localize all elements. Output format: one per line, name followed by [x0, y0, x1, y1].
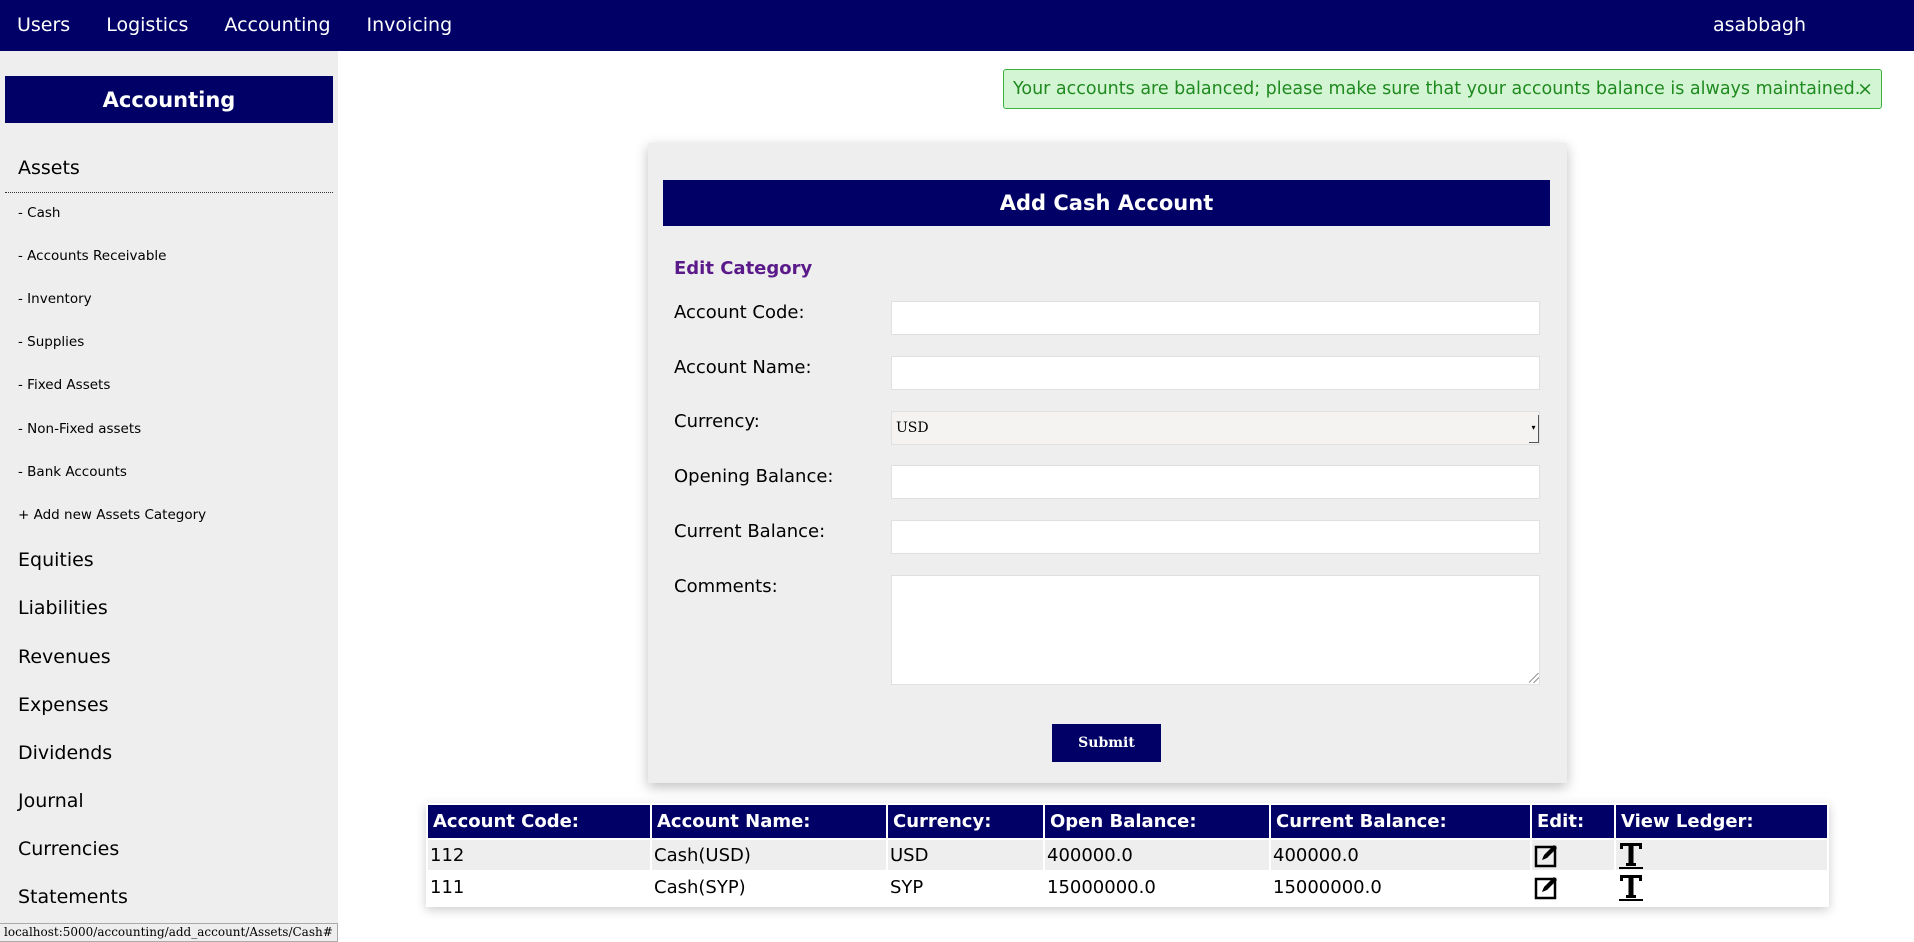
close-icon[interactable]: ×	[1857, 78, 1873, 100]
table-row: 111 Cash(SYP) SYP 15000000.0 15000000.0	[428, 872, 1827, 902]
sidebar-section-currencies[interactable]: Currencies	[18, 838, 119, 860]
comments-field[interactable]	[891, 575, 1540, 685]
col-account-name: Account Name:	[652, 805, 886, 838]
sidebar-item-bank-accounts[interactable]: - Bank Accounts	[18, 464, 127, 480]
browser-status-url: localhost:5000/accounting/add_account/As…	[0, 923, 338, 942]
cell-open-balance: 15000000.0	[1045, 872, 1269, 902]
sidebar: Accounting Assets - Cash - Accounts Rece…	[0, 51, 338, 942]
current-balance-label: Current Balance:	[674, 521, 826, 542]
submit-button[interactable]: Submit	[1052, 724, 1161, 762]
add-account-form: Add Cash Account Edit Category Account C…	[648, 143, 1567, 783]
top-navbar: Users Logistics Accounting Invoicing asa…	[0, 0, 1914, 51]
cell-account-code: 111	[428, 872, 650, 902]
current-balance-field[interactable]	[891, 520, 1540, 554]
sidebar-section-revenues[interactable]: Revenues	[18, 646, 111, 668]
sidebar-section-equities[interactable]: Equities	[18, 549, 94, 571]
text-ledger-icon[interactable]	[1618, 873, 1644, 901]
sidebar-section-assets[interactable]: Assets	[18, 157, 80, 179]
account-code-field[interactable]	[891, 301, 1540, 335]
sidebar-item-supplies[interactable]: - Supplies	[18, 334, 84, 350]
currency-selected-value: USD	[896, 420, 929, 436]
balance-alert: Your accounts are balanced; please make …	[1003, 69, 1882, 109]
currency-label: Currency:	[674, 411, 760, 432]
cell-view-ledger	[1616, 872, 1827, 902]
sidebar-divider	[5, 192, 333, 193]
col-view-ledger: View Ledger:	[1616, 805, 1827, 838]
cell-account-name: Cash(USD)	[652, 840, 886, 870]
nav-accounting[interactable]: Accounting	[206, 0, 348, 51]
col-edit: Edit:	[1532, 805, 1614, 838]
nav-logistics[interactable]: Logistics	[88, 0, 206, 51]
comments-label: Comments:	[674, 576, 778, 597]
resize-grip-icon[interactable]	[1529, 673, 1539, 683]
accounts-table: Account Code: Account Name: Currency: Op…	[426, 803, 1829, 907]
text-ledger-icon[interactable]	[1618, 841, 1644, 869]
sidebar-item-add-assets-category[interactable]: + Add new Assets Category	[18, 507, 206, 523]
alert-message: Your accounts are balanced; please make …	[1013, 79, 1861, 99]
chevron-down-icon: ▾	[1529, 415, 1539, 443]
nav-users[interactable]: Users	[0, 0, 88, 51]
sidebar-section-expenses[interactable]: Expenses	[18, 694, 109, 716]
cell-current-balance: 15000000.0	[1271, 872, 1530, 902]
sidebar-section-dividends[interactable]: Dividends	[18, 742, 112, 764]
nav-invoicing[interactable]: Invoicing	[349, 0, 471, 51]
account-code-label: Account Code:	[674, 302, 805, 323]
sidebar-item-non-fixed-assets[interactable]: - Non-Fixed assets	[18, 421, 141, 437]
account-name-field[interactable]	[891, 356, 1540, 390]
opening-balance-field[interactable]	[891, 465, 1540, 499]
cell-currency: USD	[888, 840, 1043, 870]
edit-icon[interactable]	[1534, 874, 1560, 900]
edit-category-link[interactable]: Edit Category	[674, 258, 812, 279]
cell-view-ledger	[1616, 840, 1827, 870]
cell-current-balance: 400000.0	[1271, 840, 1530, 870]
table-row: 112 Cash(USD) USD 400000.0 400000.0	[428, 840, 1827, 870]
sidebar-item-accounts-receivable[interactable]: - Accounts Receivable	[18, 248, 166, 264]
sidebar-header: Accounting	[5, 76, 333, 123]
cell-edit	[1532, 872, 1614, 902]
account-name-label: Account Name:	[674, 357, 812, 378]
cell-edit	[1532, 840, 1614, 870]
table-header-row: Account Code: Account Name: Currency: Op…	[428, 805, 1827, 838]
sidebar-item-fixed-assets[interactable]: - Fixed Assets	[18, 377, 110, 393]
col-currency: Currency:	[888, 805, 1043, 838]
sidebar-section-statements[interactable]: Statements	[18, 886, 128, 908]
cell-account-name: Cash(SYP)	[652, 872, 886, 902]
cell-account-code: 112	[428, 840, 650, 870]
sidebar-section-journal[interactable]: Journal	[18, 790, 84, 812]
sidebar-item-inventory[interactable]: - Inventory	[18, 291, 92, 307]
sidebar-item-cash[interactable]: - Cash	[18, 205, 60, 221]
opening-balance-label: Opening Balance:	[674, 466, 834, 487]
col-current-balance: Current Balance:	[1271, 805, 1530, 838]
cell-open-balance: 400000.0	[1045, 840, 1269, 870]
user-menu[interactable]: asabbagh	[1713, 0, 1806, 51]
col-account-code: Account Code:	[428, 805, 650, 838]
currency-select[interactable]: USD ▾	[891, 411, 1540, 445]
form-title: Add Cash Account	[663, 180, 1550, 226]
sidebar-section-liabilities[interactable]: Liabilities	[18, 597, 108, 619]
cell-currency: SYP	[888, 872, 1043, 902]
col-open-balance: Open Balance:	[1045, 805, 1269, 838]
edit-icon[interactable]	[1534, 842, 1560, 868]
